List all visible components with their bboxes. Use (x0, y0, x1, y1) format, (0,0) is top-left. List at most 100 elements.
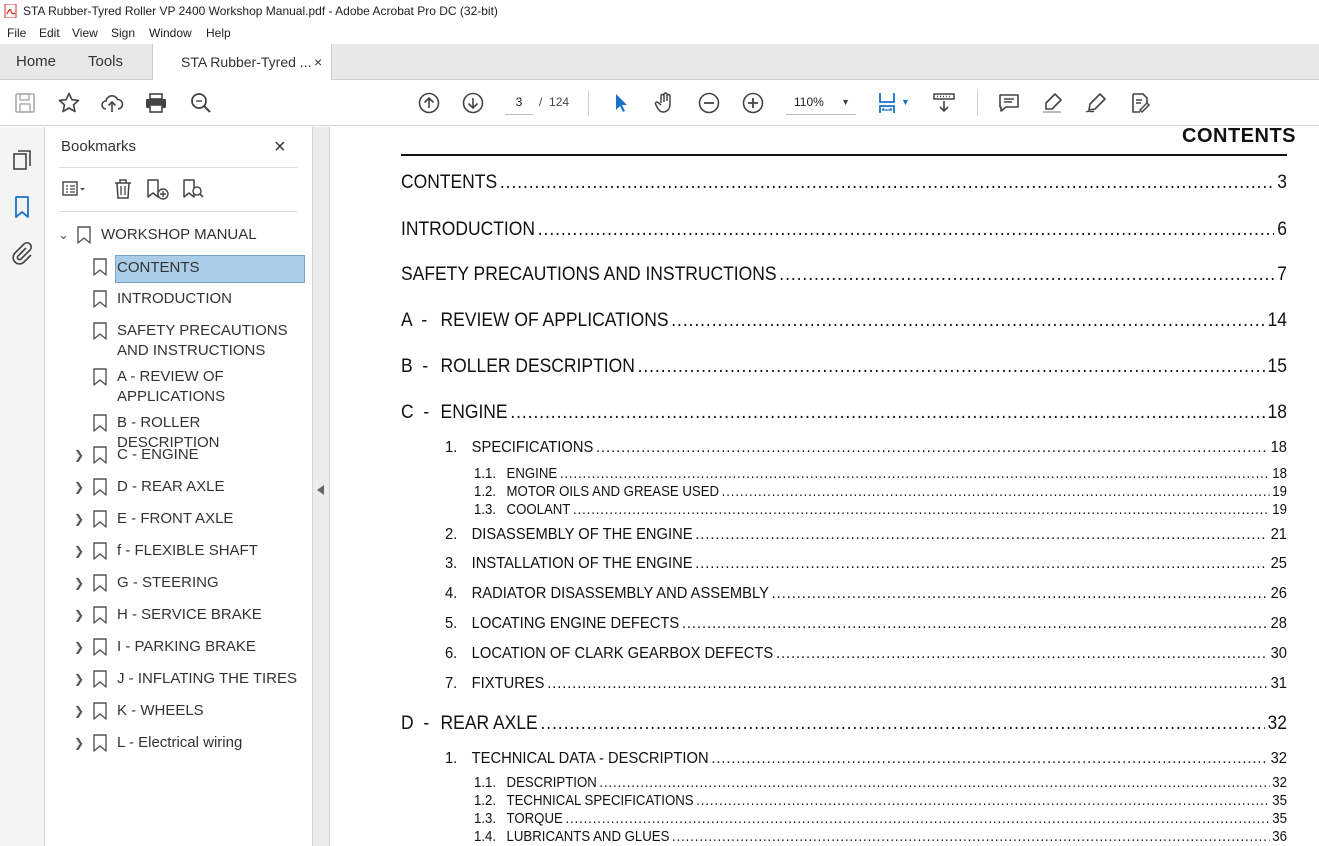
toc-entry[interactable]: B - ROLLER DESCRIPTION 15 (401, 356, 1287, 378)
toc-entry[interactable]: 1.2. TECHNICAL SPECIFICATIONS 35 (474, 792, 1287, 809)
hand-icon[interactable] (653, 91, 677, 115)
toc-number: 7. (445, 675, 458, 692)
chevron-down-icon[interactable]: ⌄ (58, 225, 69, 245)
toc-entry[interactable]: 1. TECHNICAL DATA - DESCRIPTION 32 (445, 750, 1287, 768)
toc-entry[interactable]: 1.1. DESCRIPTION 32 (474, 774, 1287, 791)
bookmark-options-icon[interactable] (61, 177, 85, 201)
close-icon[interactable]: × (274, 136, 286, 159)
page-down-icon[interactable] (461, 91, 485, 115)
panel-splitter[interactable] (313, 127, 330, 846)
page-header: CONTENTS (1182, 127, 1296, 147)
toc-number: 1.1. (474, 774, 497, 791)
toc-entry[interactable]: 4. RADIATOR DISASSEMBLY AND ASSEMBLY 26 (445, 585, 1287, 603)
chevron-right-icon[interactable]: ❯ (74, 669, 84, 689)
toc-label: DISASSEMBLY OF THE ENGINE (471, 526, 693, 543)
toc-entry[interactable]: C - ENGINE 18 (401, 402, 1287, 424)
toc-entry[interactable]: 1.2. MOTOR OILS AND GREASE USED 19 (474, 483, 1287, 500)
toc-entry[interactable]: CONTENTS 3 (401, 172, 1287, 194)
new-bookmark-icon[interactable] (145, 177, 169, 201)
chevron-right-icon[interactable]: ❯ (74, 477, 84, 497)
toc-entry[interactable]: 1.1. ENGINE 18 (474, 465, 1287, 482)
bookmarks-panel-icon[interactable] (10, 195, 34, 219)
toc-entry[interactable]: SAFETY PRECAUTIONS AND INSTRUCTIONS 7 (401, 264, 1287, 286)
delete-bookmark-icon[interactable] (111, 177, 135, 201)
bookmark-label: H - SERVICE BRAKE (117, 606, 262, 623)
menu-help[interactable]: Help (206, 26, 231, 40)
collapse-panel-icon[interactable] (317, 485, 324, 495)
toc-entry[interactable]: 6. LOCATION OF CLARK GEARBOX DEFECTS 30 (445, 645, 1287, 663)
toc-page-number: 28 (1270, 615, 1287, 632)
toc-label: ROLLER DESCRIPTION (440, 356, 635, 377)
toc-label: RADIATOR DISASSEMBLY AND ASSEMBLY (471, 585, 769, 602)
sign-icon[interactable] (1084, 91, 1108, 115)
toc-label: LOCATING ENGINE DEFECTS (471, 615, 680, 632)
tab-document[interactable]: STA Rubber-Tyred ... × (152, 44, 332, 81)
zoom-select[interactable]: 110% ▼ (786, 89, 856, 115)
toc-page-number: 6 (1277, 219, 1287, 240)
chevron-right-icon[interactable]: ❯ (74, 605, 84, 625)
toc-leader-dots (540, 713, 1264, 735)
toc-entry[interactable]: 7. FIXTURES 31 (445, 675, 1287, 693)
comment-icon[interactable] (997, 91, 1021, 115)
page-number-input[interactable]: 3 (505, 89, 533, 115)
toc-entry[interactable]: 1.3. TORQUE 35 (474, 810, 1287, 827)
select-cursor-icon[interactable] (609, 91, 633, 115)
find-bookmark-icon[interactable] (181, 177, 205, 201)
toc-entry[interactable]: 1. SPECIFICATIONS 18 (445, 439, 1287, 457)
toc-entry[interactable]: 5. LOCATING ENGINE DEFECTS 28 (445, 615, 1287, 633)
fit-page-icon[interactable] (876, 91, 900, 115)
toc-entry[interactable]: 1.3. COOLANT 19 (474, 501, 1287, 518)
save-icon[interactable] (13, 91, 37, 115)
toc-entry[interactable]: 3. INSTALLATION OF THE ENGINE 25 (445, 555, 1287, 573)
tab-tools[interactable]: Tools (88, 44, 123, 80)
toc-leader-dots (695, 526, 1268, 544)
upload-icon[interactable] (100, 91, 124, 115)
toc-number: 2. (445, 526, 458, 543)
toc-leader-dots (596, 439, 1268, 457)
chevron-right-icon[interactable]: ❯ (74, 573, 84, 593)
chevron-down-icon: ▼ (841, 97, 850, 107)
bookmark-item-contents[interactable]: CONTENTS (92, 255, 306, 283)
highlight-icon[interactable] (1040, 91, 1064, 115)
chevron-right-icon[interactable]: ❯ (74, 541, 84, 561)
tab-home[interactable]: Home (16, 44, 56, 80)
document-view[interactable]: CONTENTS CONTENTS 3 INTRODUCTION 6 SAFETY PR… (331, 127, 1319, 846)
chevron-right-icon[interactable]: ❯ (74, 637, 84, 657)
toc-entry[interactable]: INTRODUCTION 6 (401, 219, 1287, 241)
toc-entry[interactable]: D - REAR AXLE 32 (401, 713, 1287, 735)
toc-entry[interactable]: 2. DISASSEMBLY OF THE ENGINE 21 (445, 526, 1287, 544)
toc-number: B - (401, 356, 429, 377)
menu-file[interactable]: File (7, 26, 26, 40)
zoom-out-icon[interactable] (697, 91, 721, 115)
toc-page-number: 32 (1272, 774, 1287, 791)
page-up-icon[interactable] (417, 91, 441, 115)
title-bar: STA Rubber-Tyred Roller VP 2400 Workshop… (0, 0, 1319, 24)
toc-entry[interactable]: A - REVIEW OF APPLICATIONS 14 (401, 310, 1287, 332)
star-icon[interactable] (57, 91, 81, 115)
page-separator: / (539, 95, 543, 109)
chevron-right-icon[interactable]: ❯ (74, 509, 84, 529)
search-icon[interactable] (189, 91, 213, 115)
toc-entry[interactable]: 1.4. LUBRICANTS AND GLUES 36 (474, 828, 1287, 845)
toolbar-divider (977, 90, 978, 116)
menu-view[interactable]: View (72, 26, 98, 40)
toc-number: 1. (445, 750, 458, 767)
chevron-right-icon[interactable]: ❯ (74, 445, 84, 465)
redact-icon[interactable] (1128, 91, 1152, 115)
scroll-mode-icon[interactable] (932, 91, 956, 115)
menu-window[interactable]: Window (149, 26, 192, 40)
chevron-right-icon[interactable]: ❯ (74, 701, 84, 721)
zoom-in-icon[interactable] (741, 91, 765, 115)
toc-number: 1.1. (474, 465, 497, 482)
toc-leader-dots (772, 585, 1268, 603)
fit-dropdown-icon[interactable]: ▼ (901, 97, 910, 107)
bookmark-icon (93, 368, 107, 386)
attachments-icon[interactable] (10, 241, 34, 265)
bookmark-item-workshop-manual[interactable]: ⌄ WORKSHOP MANUAL (56, 225, 296, 245)
menu-edit[interactable]: Edit (39, 26, 60, 40)
print-icon[interactable] (144, 91, 168, 115)
menu-sign[interactable]: Sign (111, 26, 135, 40)
chevron-right-icon[interactable]: ❯ (74, 733, 84, 753)
tab-close-icon[interactable]: × (314, 44, 322, 80)
pages-thumbnails-icon[interactable] (10, 148, 34, 172)
